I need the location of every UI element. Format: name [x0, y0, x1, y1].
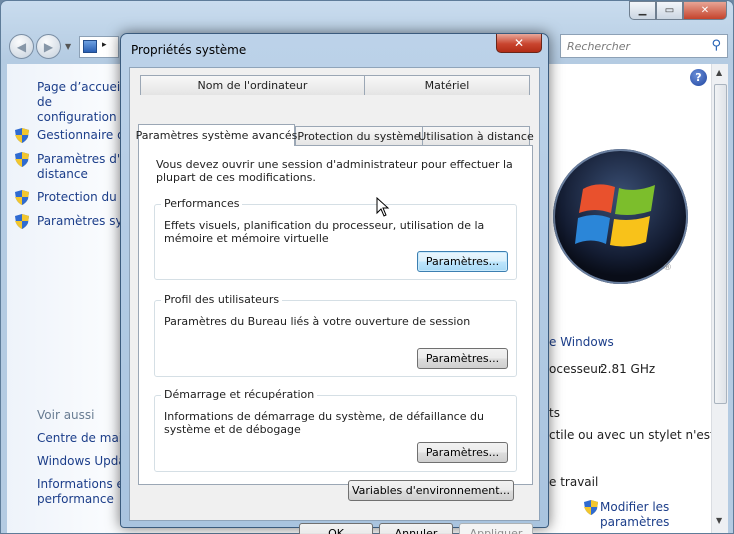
environment-variables-button[interactable]: Variables d'environnement...	[348, 480, 514, 501]
left-task-pane: Page d’accueil de configuration Gestionn…	[7, 64, 141, 533]
tab-remote[interactable]: Utilisation à distance	[418, 126, 534, 146]
close-icon: ✕	[700, 5, 710, 16]
performance-group-title: Performances	[161, 197, 243, 210]
dialog-close-button[interactable]: ✕	[496, 34, 542, 53]
tab-computer-name[interactable]: Nom de l'ordinateur	[140, 75, 365, 95]
dialog-title: Propriétés système	[131, 43, 247, 57]
apply-button[interactable]: Appliquer	[459, 523, 533, 534]
back-arrow-icon: ◀	[16, 39, 27, 54]
maximize-icon: ▭	[664, 5, 675, 16]
maximize-button[interactable]: ▭	[656, 1, 683, 20]
window-close-button[interactable]: ✕	[683, 1, 727, 20]
shield-icon	[15, 128, 29, 143]
performance-group-desc: Effets visuels, planification du process…	[164, 219, 485, 245]
tab-system-protection[interactable]: Protection du système	[295, 126, 423, 146]
search-placeholder: Rechercher	[567, 39, 631, 53]
startup-recovery-group-title: Démarrage et récupération	[161, 388, 318, 401]
change-settings-link[interactable]: Modifier les paramètres	[600, 500, 669, 530]
back-button[interactable]: ◀	[9, 34, 34, 59]
recent-pages-chevron-icon[interactable]: ▼	[65, 42, 71, 51]
breadcrumb-arrow-icon: ▸	[102, 40, 107, 50]
ok-button[interactable]: OK	[299, 523, 373, 534]
system-properties-dialog: Propriétés système ✕ Nom de l'ordinateur…	[120, 33, 549, 534]
system-type-fragment: ts	[549, 406, 560, 420]
help-icon[interactable]: ?	[690, 69, 707, 86]
user-profiles-group-title: Profil des utilisateurs	[161, 293, 283, 306]
scroll-up-icon[interactable]: ▲	[716, 68, 722, 77]
dialog-body: Nom de l'ordinateur Matériel Paramètres …	[129, 67, 540, 534]
mouse-pointer-icon	[376, 197, 390, 217]
tab-hardware[interactable]: Matériel	[364, 75, 530, 95]
startup-recovery-group: Démarrage et récupération Informations d…	[154, 388, 517, 472]
windows-update-link[interactable]: Windows Updat	[37, 454, 130, 469]
forward-button[interactable]: ▶	[36, 34, 61, 59]
device-manager-link[interactable]: Gestionnaire de	[37, 128, 132, 143]
cancel-button[interactable]: Annuler	[379, 523, 453, 534]
search-box[interactable]: Rechercher ⚲	[560, 34, 728, 58]
windows-edition-link[interactable]: e Windows	[549, 335, 614, 349]
address-bar[interactable]: ▸	[79, 36, 119, 58]
shield-icon	[15, 190, 29, 205]
pen-touch-text: ctile ou avec un stylet n'est	[549, 428, 715, 442]
user-profiles-group-desc: Paramètres du Bureau liés à votre ouvert…	[164, 315, 471, 328]
scrollbar-thumb[interactable]	[714, 84, 727, 404]
performance-group: Performances Effets visuels, planificati…	[154, 197, 517, 280]
shield-icon	[15, 152, 29, 167]
shield-icon	[15, 214, 29, 229]
processor-label: ocesseur	[549, 362, 603, 376]
forward-arrow-icon: ▶	[43, 39, 54, 54]
vertical-scrollbar[interactable]: ▲ ▼	[711, 64, 728, 533]
window-caption-buttons: ▁ ▭ ✕	[629, 1, 727, 20]
trademark-mark: ®	[663, 263, 672, 273]
minimize-icon: ▁	[638, 5, 647, 16]
windows-flag-icon	[575, 184, 655, 247]
tab-advanced-system-settings[interactable]: Paramètres système avancés	[136, 124, 297, 146]
workgroup-heading: e travail	[549, 475, 599, 489]
startup-recovery-settings-button[interactable]: Paramètres...	[417, 442, 508, 463]
shield-icon	[584, 500, 598, 515]
scroll-down-icon[interactable]: ▼	[716, 516, 722, 525]
performance-settings-button[interactable]: Paramètres...	[417, 251, 508, 272]
see-also-heading: Voir aussi	[37, 408, 95, 422]
admin-note: Vous devez ouvrir une session d'administ…	[156, 158, 513, 184]
user-profiles-settings-button[interactable]: Paramètres...	[417, 348, 508, 369]
search-icon[interactable]: ⚲	[711, 38, 721, 53]
minimize-button[interactable]: ▁	[629, 1, 656, 20]
user-profiles-group: Profil des utilisateurs Paramètres du Bu…	[154, 293, 517, 377]
computer-icon	[83, 40, 97, 53]
advanced-tab-panel: Vous devez ouvrir une session d'administ…	[138, 145, 533, 485]
processor-value: 2.81 GHz	[600, 362, 656, 376]
startup-recovery-group-desc: Informations de démarrage du système, de…	[164, 410, 484, 436]
performance-info-link[interactable]: Informations et performance	[37, 477, 129, 507]
close-icon: ✕	[513, 36, 525, 50]
